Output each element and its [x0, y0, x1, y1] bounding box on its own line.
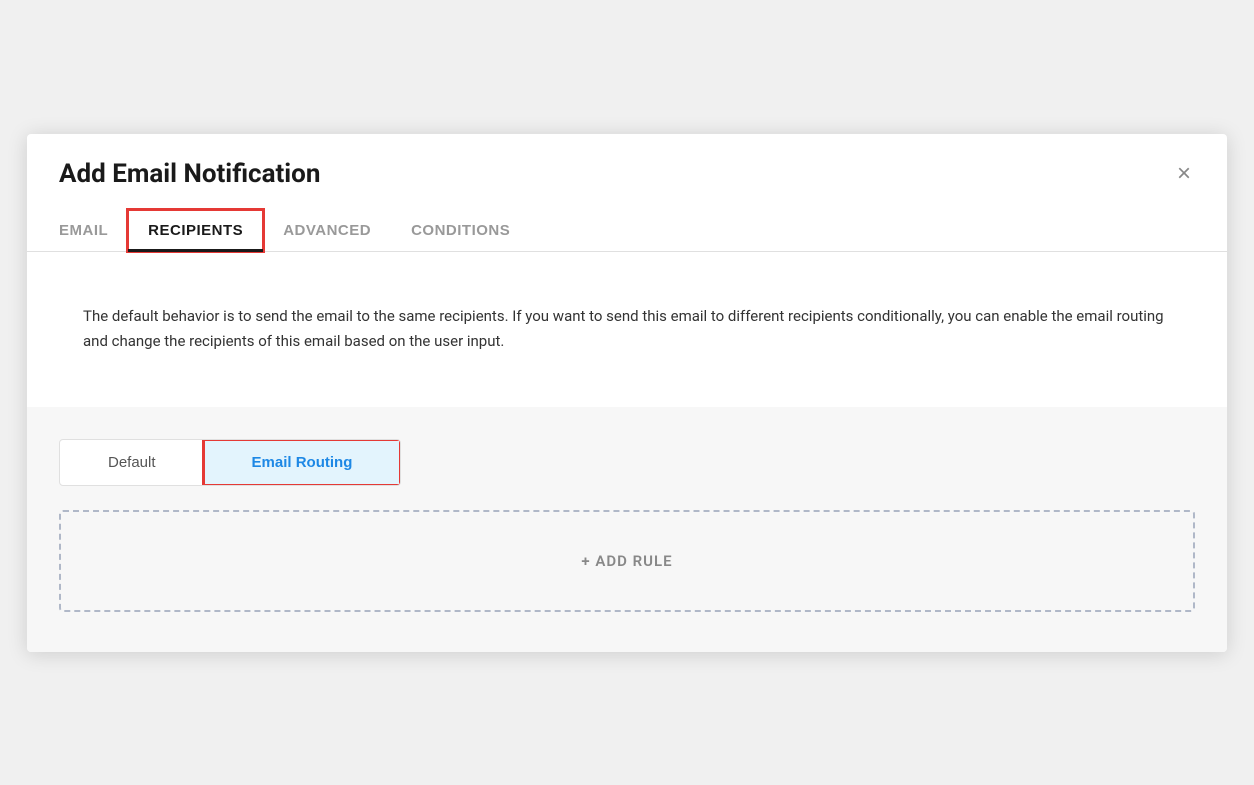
- toggle-group: Default Email Routing: [59, 439, 401, 486]
- tab-recipients[interactable]: RECIPIENTS: [128, 210, 263, 251]
- tab-conditions[interactable]: CONDITIONS: [391, 210, 530, 251]
- description-text: The default behavior is to send the emai…: [59, 280, 1195, 379]
- modal-dialog: Add Email Notification × EMAIL RECIPIENT…: [27, 134, 1227, 652]
- close-button[interactable]: ×: [1173, 158, 1195, 190]
- modal-body: Default Email Routing + ADD RULE: [27, 407, 1227, 652]
- add-rule-area[interactable]: + ADD RULE: [59, 510, 1195, 612]
- toggle-email-routing[interactable]: Email Routing: [204, 440, 401, 485]
- tabs-container: EMAIL RECIPIENTS ADVANCED CONDITIONS: [27, 210, 1227, 252]
- modal-header: Add Email Notification ×: [27, 134, 1227, 190]
- modal-overlay: Add Email Notification × EMAIL RECIPIENT…: [0, 0, 1254, 785]
- toggle-default[interactable]: Default: [60, 440, 204, 485]
- tab-email[interactable]: EMAIL: [59, 210, 128, 251]
- tab-advanced[interactable]: ADVANCED: [263, 210, 391, 251]
- modal-title: Add Email Notification: [59, 159, 320, 189]
- add-rule-label: + ADD RULE: [581, 552, 672, 570]
- content-area: The default behavior is to send the emai…: [27, 252, 1227, 379]
